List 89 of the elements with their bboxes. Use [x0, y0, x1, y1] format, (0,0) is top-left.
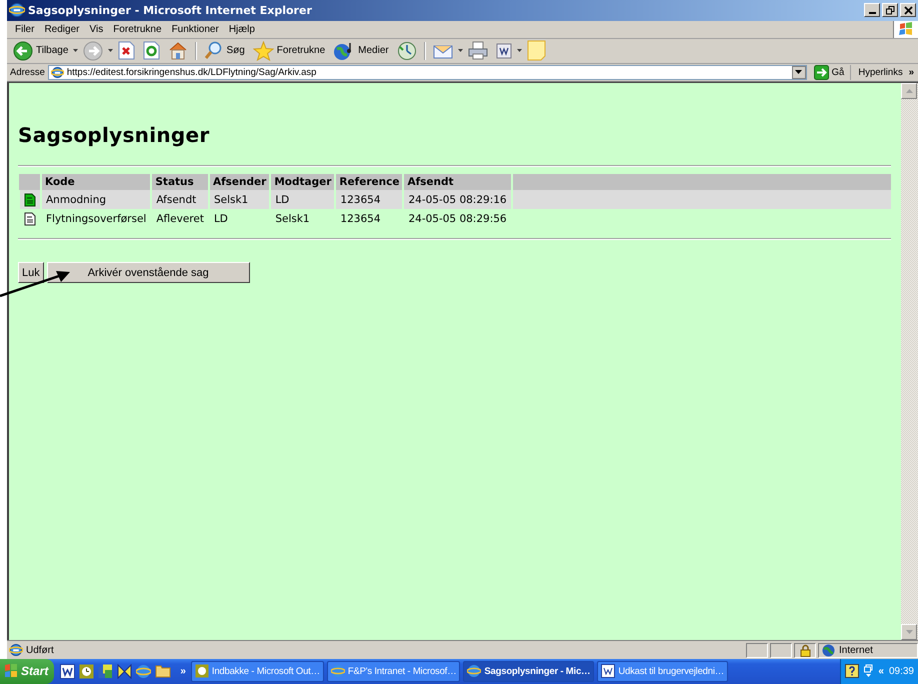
- table-cell: Anmodning: [41, 190, 152, 210]
- dropdown-arrow-icon[interactable]: [458, 49, 463, 52]
- minimize-button[interactable]: [864, 3, 880, 18]
- annotation-arrow: [0, 268, 72, 300]
- archive-button[interactable]: Arkivér ovenstående sag: [46, 262, 250, 284]
- dropdown-arrow-icon[interactable]: [516, 49, 522, 52]
- close-button[interactable]: [900, 3, 916, 18]
- chevron-button[interactable]: »: [908, 66, 914, 78]
- dropdown-arrow-icon: [795, 70, 802, 74]
- column-header: Status: [151, 174, 209, 190]
- column-header: Afsender: [208, 174, 270, 190]
- folder-icon[interactable]: [155, 664, 172, 678]
- star-icon: [252, 40, 274, 61]
- home-icon: [168, 41, 188, 60]
- table-cell-text: Selsk1: [274, 212, 311, 227]
- minimize-icon: [868, 12, 876, 14]
- windows-flag-icon: [4, 664, 18, 678]
- menu-item[interactable]: Filer: [10, 24, 40, 35]
- history-icon: [396, 40, 417, 61]
- tray-toggle[interactable]: «: [878, 666, 884, 677]
- windows-flag-icon: [898, 22, 914, 36]
- menu-item[interactable]: Funktioner: [166, 24, 224, 35]
- column-header: Afsendt: [403, 174, 512, 190]
- table-cell-text: Afleveret: [155, 212, 205, 227]
- taskbar-button[interactable]: F&P's Intranet - Microsof…: [326, 660, 460, 682]
- table-row[interactable]: Anmodning Afsendt Selsk1 LD 123654 24-05-05 08:29:16: [19, 190, 891, 210]
- note-icon: [526, 40, 546, 62]
- address-field[interactable]: https://editest.forsikringenshus.dk/LDFlytning/Sag/Arkiv.asp: [48, 64, 807, 80]
- page-icon: [9, 643, 23, 658]
- status-text: Udført: [26, 644, 54, 656]
- table-cell: Afsendt: [151, 190, 209, 210]
- favorites-button[interactable]: Foretrukne: [250, 40, 328, 62]
- arrow-right-icon: [814, 64, 829, 80]
- word-icon: [601, 664, 616, 678]
- maximize-icon: [886, 6, 894, 15]
- bowtie-icon[interactable]: [117, 664, 132, 679]
- close-button[interactable]: Luk: [18, 262, 44, 284]
- table-cell: LD: [270, 190, 336, 210]
- close-icon: [904, 6, 912, 15]
- go-button[interactable]: Gå: [810, 64, 852, 80]
- menu-item[interactable]: Vis: [84, 24, 108, 35]
- menu-item[interactable]: Hjælp: [224, 24, 260, 35]
- table-cell-text: 24-05-05 08:29:56: [407, 212, 508, 227]
- column-header: Modtager: [270, 174, 336, 190]
- chevron-button[interactable]: »: [178, 666, 188, 677]
- browser-icon: [9, 2, 25, 18]
- table-cell-text: 123654: [339, 212, 382, 227]
- menu-item[interactable]: Rediger: [39, 24, 84, 35]
- search-icon: [204, 41, 224, 60]
- table-cell: 123654: [335, 190, 404, 210]
- dropdown-arrow-icon[interactable]: [73, 49, 78, 52]
- column-header: Kode: [41, 174, 152, 190]
- maximize-button[interactable]: [882, 3, 898, 18]
- taskbar-button[interactable]: Udkast til brugervejledni…: [597, 660, 728, 682]
- table-cell-text: Flytningsoverførsel: [45, 212, 148, 227]
- table-cell: 24-05-05 08:29:16: [403, 190, 512, 210]
- windows-icon[interactable]: [864, 664, 874, 678]
- taskbar-button[interactable]: Indbakke - Microsoft Out…: [190, 660, 324, 682]
- links-label[interactable]: Hyperlinks: [858, 66, 903, 78]
- browser-icon: [467, 664, 482, 678]
- column-header: Reference: [335, 174, 404, 190]
- table-cell-text: LD: [212, 212, 229, 227]
- taskbar-button[interactable]: Sagsoplysninger - Mic…: [463, 660, 594, 682]
- zone-label: Internet: [839, 644, 873, 656]
- search-button[interactable]: Søg: [201, 40, 248, 62]
- media-button[interactable]: Medier: [330, 40, 392, 62]
- stop-icon: [118, 41, 136, 60]
- page-icon: [50, 66, 64, 79]
- dropdown-button[interactable]: [792, 66, 806, 79]
- table-row[interactable]: Flytningsoverførsel Afleveret LD Selsk1 123654 24-05-05 08:29:56: [19, 209, 891, 228]
- window-title: Sagsoplysninger - Microsoft Internet Explorer: [28, 4, 313, 17]
- chart-icon[interactable]: [98, 664, 114, 679]
- menu-item[interactable]: Foretrukne: [108, 24, 167, 35]
- lock-icon: [800, 644, 810, 657]
- refresh-icon: [143, 41, 160, 60]
- page-heading: Sagsoplysninger: [18, 123, 211, 148]
- word-icon[interactable]: [60, 664, 76, 679]
- address-label: Adresse: [10, 66, 45, 78]
- back-icon: [13, 40, 33, 61]
- browser-icon: [330, 664, 345, 678]
- printer-icon: [468, 41, 488, 60]
- globe-icon: [822, 644, 835, 657]
- browser-icon[interactable]: [136, 664, 152, 679]
- document-icon: [496, 42, 512, 59]
- help-icon[interactable]: [845, 664, 860, 678]
- back-button[interactable]: Tilbage: [10, 40, 72, 62]
- table-cell: Selsk1: [208, 190, 270, 210]
- clock: 09:39: [888, 666, 914, 677]
- dropdown-arrow-icon[interactable]: [108, 49, 114, 52]
